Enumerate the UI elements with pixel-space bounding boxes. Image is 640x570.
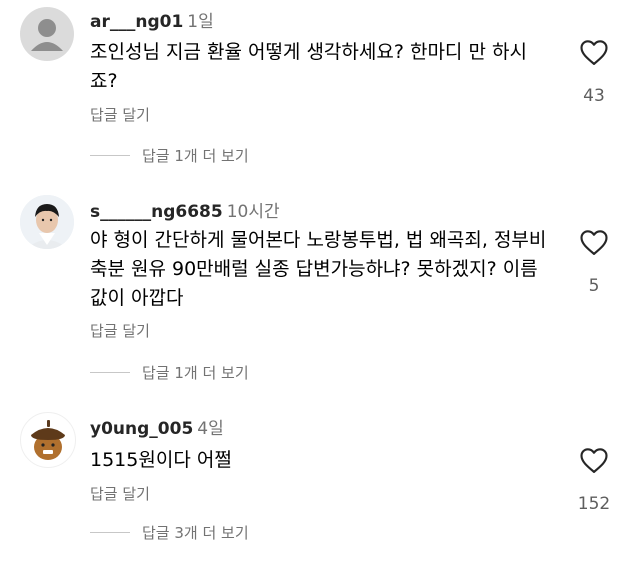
like-button[interactable]: 43 [574, 38, 614, 106]
username-text[interactable]: y0ung_005 [90, 419, 193, 439]
reply-button[interactable]: 답글 달기 [90, 320, 150, 341]
username-text[interactable]: s______ng6685 [90, 202, 223, 222]
view-replies-label[interactable]: 답글 1개 더 보기 [142, 145, 249, 166]
replies-divider [90, 372, 130, 373]
heart-icon[interactable] [579, 446, 609, 474]
comment-time: 10시간 [226, 202, 280, 222]
comment-item: s______ng6685 10시간 야 형이 간단하게 물어본다 노랑봉투법, … [0, 190, 640, 390]
comment-item: y0ung_005 4일 1515원이다 어쩔 답글 달기 답글 3개 더 보기 … [0, 408, 640, 570]
view-replies-button[interactable]: 답글 1개 더 보기 [90, 145, 249, 166]
photo-avatar[interactable] [20, 195, 74, 249]
view-replies-label[interactable]: 답글 3개 더 보기 [142, 522, 249, 543]
like-button[interactable]: 5 [574, 228, 614, 296]
view-replies-button[interactable]: 답글 3개 더 보기 [90, 522, 249, 543]
heart-icon[interactable] [579, 228, 609, 256]
comment-username[interactable]: s______ng6685 10시간 [90, 197, 280, 222]
acorn-avatar[interactable] [20, 412, 76, 468]
like-count: 152 [577, 494, 611, 514]
comment-time: 1일 [187, 12, 214, 32]
comment-text: 조인성님 지금 환율 어떻게 생각하세요? 한마디 만 하시죠? [90, 41, 527, 92]
view-replies-label[interactable]: 답글 1개 더 보기 [142, 362, 249, 383]
comment-item: ar___ng01 1일 조인성님 지금 환율 어떻게 생각하세요? 한마디 만 … [0, 0, 640, 180]
replies-divider [90, 155, 130, 156]
like-count: 43 [583, 86, 605, 106]
comment-username[interactable]: y0ung_005 4일 [90, 414, 224, 439]
comment-text: 1515원이다 어쩔 [90, 449, 232, 471]
comment-time: 4일 [197, 419, 224, 439]
reply-button[interactable]: 답글 달기 [90, 483, 150, 504]
comment-text: 야 형이 간단하게 물어본다 노랑봉투법, 법 왜곡죄, 정부비축분 원유 90… [90, 229, 547, 309]
like-count: 5 [588, 276, 600, 296]
username-text[interactable]: ar___ng01 [90, 12, 183, 32]
comment-username[interactable]: ar___ng01 1일 [90, 7, 214, 32]
like-button[interactable]: 152 [574, 446, 614, 514]
view-replies-button[interactable]: 답글 1개 더 보기 [90, 362, 249, 383]
default-profile-icon[interactable] [20, 7, 74, 61]
heart-icon[interactable] [579, 38, 609, 66]
reply-button[interactable]: 답글 달기 [90, 104, 150, 125]
replies-divider [90, 532, 130, 533]
